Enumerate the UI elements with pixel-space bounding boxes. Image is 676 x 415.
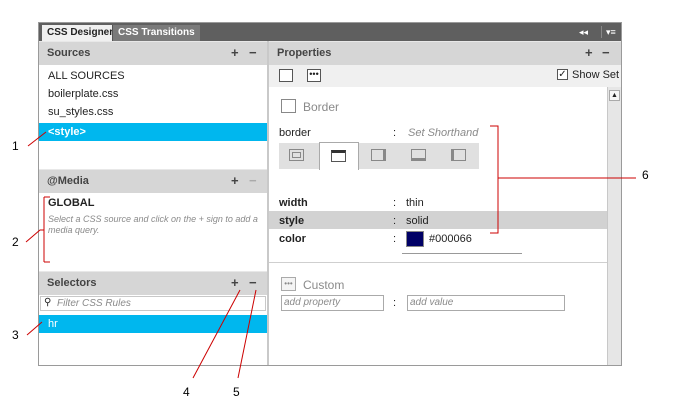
callout-5: 5 (233, 385, 240, 399)
callout-line-1 (27, 131, 47, 147)
callout-3: 3 (12, 328, 19, 342)
callout-line-5 (237, 289, 257, 379)
callout-2: 2 (12, 235, 19, 249)
callout-line-6 (490, 125, 636, 234)
callout-4: 4 (183, 385, 190, 399)
callout-line-4 (192, 289, 241, 379)
callout-6: 6 (642, 168, 649, 182)
callout-line-3 (26, 321, 43, 336)
callout-1: 1 (12, 139, 19, 153)
callout-line-2 (25, 196, 50, 263)
callout-lines (25, 125, 636, 379)
